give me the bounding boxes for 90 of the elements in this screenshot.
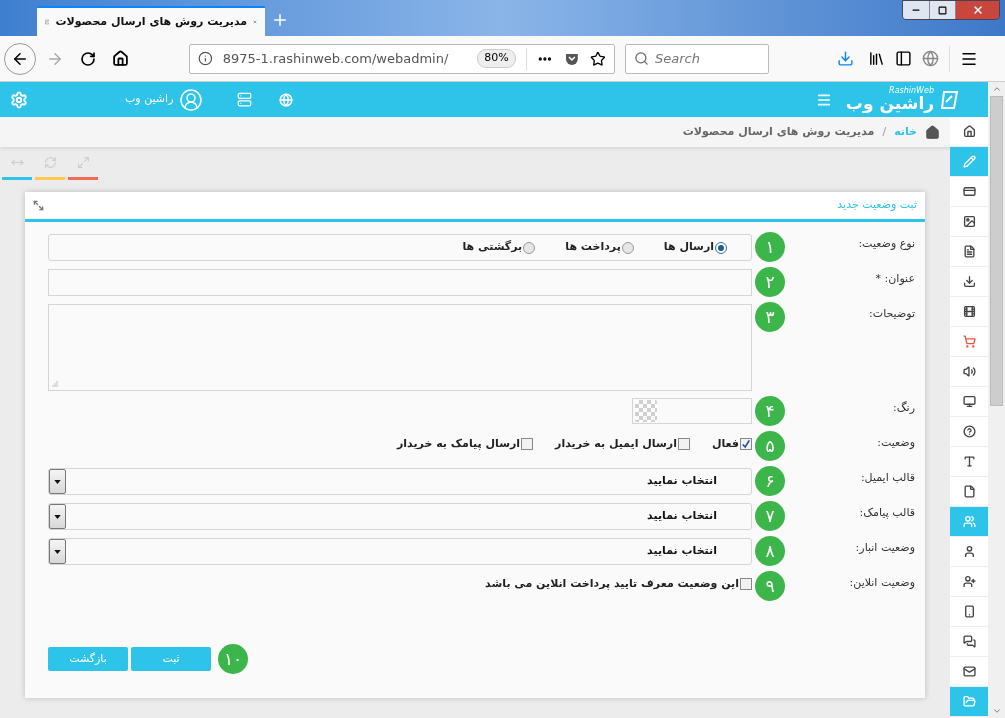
- url-text: 8975-1.rashinweb.com/webadmin/: [222, 49, 450, 68]
- field-label: رنگ:: [892, 400, 915, 416]
- dropdown[interactable]: انتخاب نمایید: [48, 503, 752, 530]
- number-badge: ۷: [755, 501, 785, 531]
- help-icon: [962, 425, 976, 438]
- users-icon: [962, 515, 976, 528]
- user-icon: [962, 545, 976, 558]
- download-icon: [962, 275, 976, 288]
- chat-icon: [962, 635, 976, 648]
- input-field[interactable]: [48, 269, 752, 296]
- number-badge: ۸: [755, 536, 785, 566]
- number-badge: ۱۰: [218, 644, 248, 674]
- download-icon[interactable]: [837, 50, 854, 67]
- logo-subtext: RashinWeb: [889, 87, 934, 95]
- number-badge: ۶: [755, 466, 785, 496]
- address-bar[interactable]: 8975-1.rashinweb.com/webadmin/ 80%: [189, 43, 615, 74]
- field-label: عنوان: *: [874, 271, 915, 287]
- scrollbar-thumb[interactable]: [990, 96, 1003, 406]
- browser-tab[interactable]: مدیریت روش های ارسال محصولات: [37, 6, 265, 36]
- field-label: وضعیت انبار:: [854, 540, 915, 556]
- field-label: نوع وضعیت:: [857, 236, 915, 252]
- zoom-level[interactable]: 80%: [477, 49, 516, 68]
- radio-button[interactable]: [621, 241, 634, 254]
- tab-title: مدیریت روش های ارسال محصولات: [55, 13, 248, 30]
- transparent-swatch-icon: [635, 400, 657, 422]
- expand-icon[interactable]: [33, 200, 44, 211]
- film-icon: [962, 305, 976, 318]
- option-label: ارسال ایمیل به خریدار: [555, 435, 677, 452]
- close-icon: [971, 4, 984, 16]
- number-badge: ۴: [755, 396, 785, 426]
- minimize-button[interactable]: [903, 1, 929, 19]
- radio-button[interactable]: [715, 241, 727, 254]
- option-label: ارسال پیامک به خریدار: [397, 435, 521, 452]
- radio-button[interactable]: [523, 241, 536, 254]
- document-icon: [962, 245, 976, 258]
- resize-grip-icon[interactable]: [52, 381, 58, 387]
- field-label: توضیحات:: [868, 306, 915, 322]
- checkbox[interactable]: [740, 578, 752, 590]
- color-field[interactable]: [632, 398, 752, 424]
- breadcrumb-current: مدیریت روش های ارسال محصولات: [682, 123, 875, 140]
- cart-icon: [962, 335, 976, 348]
- info-icon[interactable]: [198, 51, 213, 66]
- search-field[interactable]: Search: [625, 43, 769, 74]
- field-label: قالب ایمیل:: [859, 470, 915, 486]
- maximize-icon: [938, 5, 947, 15]
- logo-text: راشین وب: [845, 95, 934, 112]
- option-label: برگشتی ها: [462, 239, 523, 256]
- number-badge: ۲: [755, 267, 785, 297]
- card-title: ثبت وضعیت جدید: [837, 197, 917, 214]
- checkbox[interactable]: [521, 438, 534, 450]
- card-icon: [962, 185, 976, 198]
- number-badge: ۳: [755, 302, 785, 332]
- breadcrumb-separator: /: [882, 123, 887, 140]
- dropdown[interactable]: انتخاب نمایید: [48, 468, 752, 495]
- field-label: قالب پیامک:: [858, 505, 915, 521]
- text-size-icon: [962, 455, 976, 468]
- option-label: پرداخت ها: [565, 239, 621, 256]
- number-badge: ۵: [755, 431, 785, 461]
- maximize-button[interactable]: [929, 1, 955, 19]
- option-label: ارسال ها: [663, 239, 714, 256]
- home-icon[interactable]: [112, 50, 129, 67]
- monitor-icon: [962, 395, 976, 408]
- search-icon: [634, 51, 649, 66]
- star-icon[interactable]: [590, 50, 606, 67]
- envelope-icon: [962, 665, 976, 678]
- pencil-icon: [962, 155, 976, 168]
- image-icon: [962, 215, 976, 228]
- globe-icon[interactable]: [922, 50, 939, 67]
- home-icon[interactable]: [925, 124, 940, 140]
- sidebar-icon[interactable]: [895, 50, 912, 67]
- folder-icon: [962, 695, 976, 708]
- number-badge: ۱: [755, 232, 785, 262]
- mobile-icon: [962, 605, 976, 618]
- checkbox[interactable]: [677, 438, 690, 450]
- field-label: وضعیت:: [876, 435, 915, 451]
- dropdown[interactable]: انتخاب نمایید: [48, 538, 752, 565]
- number-badge: ۹: [755, 571, 785, 601]
- option-label: این وضعیت معرف تایید پرداخت انلاین می باشد: [485, 575, 739, 592]
- home-icon: [962, 125, 976, 138]
- logo-mark-icon: [940, 89, 960, 110]
- page-icon: [962, 485, 976, 498]
- user-plus-icon: [962, 575, 976, 588]
- new-tab-icon[interactable]: [271, 11, 289, 29]
- option-label: فعال: [711, 435, 739, 452]
- library-icon[interactable]: [868, 50, 885, 67]
- checkbox[interactable]: [740, 438, 752, 450]
- scrollbar[interactable]: [988, 82, 1005, 718]
- speaker-icon: [962, 365, 976, 378]
- reload-icon[interactable]: [80, 50, 96, 67]
- field-label: وضعیت انلاین:: [848, 575, 915, 591]
